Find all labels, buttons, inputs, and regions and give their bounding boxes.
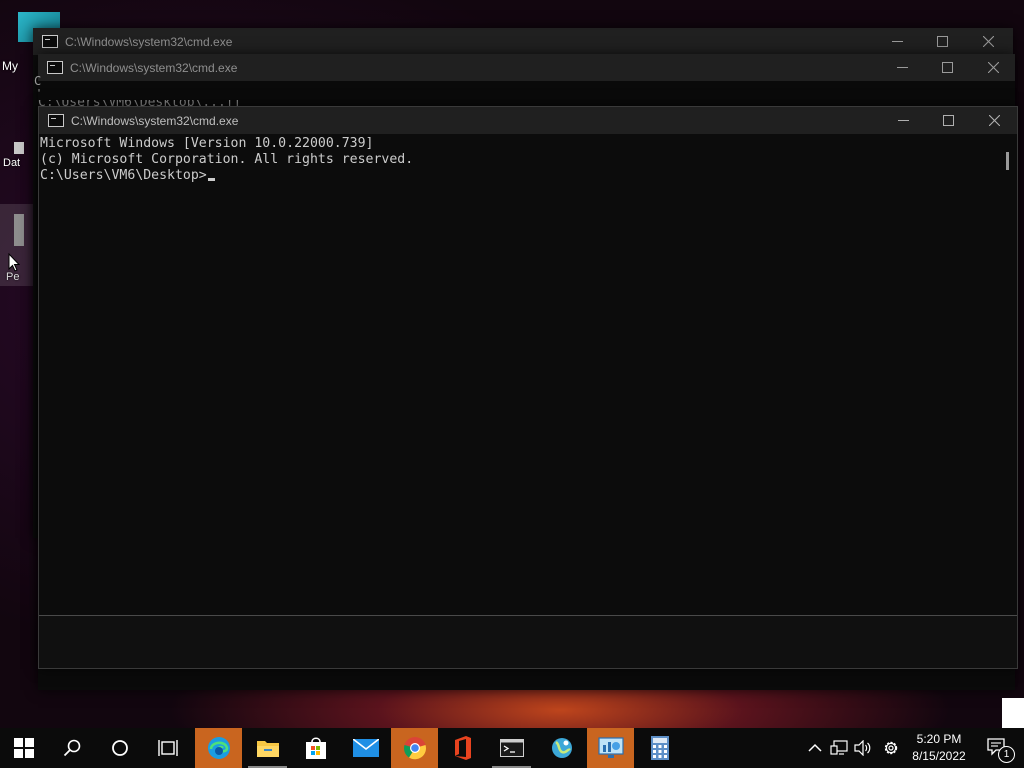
close-icon xyxy=(982,36,994,47)
console-lower-area xyxy=(39,616,1017,668)
search-button[interactable] xyxy=(48,728,95,768)
close-icon xyxy=(987,62,999,73)
desktop-label-dat[interactable]: Dat xyxy=(3,157,20,169)
minimize-icon xyxy=(896,67,908,68)
maximize-icon xyxy=(942,115,954,126)
console-prompt-line[interactable]: C:\Users\VM6\Desktop> xyxy=(40,168,1017,184)
text-cursor xyxy=(207,178,215,181)
search-icon xyxy=(63,739,80,757)
windows-logo-icon xyxy=(13,738,34,758)
desktop-file-icon[interactable] xyxy=(14,142,24,154)
edge-icon xyxy=(207,737,230,759)
network-button[interactable] xyxy=(827,728,851,768)
taskbar-maps[interactable] xyxy=(538,728,585,768)
monitor-chart-icon xyxy=(597,737,624,758)
minimize-button[interactable] xyxy=(879,54,925,81)
taskbar-control-panel[interactable] xyxy=(587,728,634,768)
window-title: C:\Windows\system32\cmd.exe xyxy=(65,34,233,49)
chevron-up-icon xyxy=(808,743,822,752)
maximize-icon xyxy=(941,62,953,73)
partial-fragment: C xyxy=(34,74,42,88)
console-prompt: C:\Users\VM6\Desktop> xyxy=(40,168,207,183)
volume-button[interactable] xyxy=(851,728,875,768)
desktop-label-my[interactable]: My xyxy=(2,59,18,73)
window-title: C:\Windows\system32\cmd.exe xyxy=(71,113,239,128)
taskbar-calculator[interactable] xyxy=(636,728,683,768)
cortana-button[interactable] xyxy=(96,728,143,768)
notification-center-button[interactable]: 1 xyxy=(978,728,1018,768)
task-view-icon xyxy=(157,740,178,756)
taskbar-store[interactable] xyxy=(292,728,339,768)
console-line: (c) Microsoft Corporation. All rights re… xyxy=(40,152,414,167)
mail-icon xyxy=(352,739,379,757)
gear-icon xyxy=(884,741,898,755)
maximize-button[interactable] xyxy=(924,54,970,81)
cmd-icon xyxy=(42,35,58,48)
console-line: Microsoft Windows [Version 10.0.22000.73… xyxy=(40,136,374,151)
folder-icon xyxy=(256,741,279,757)
document-icon xyxy=(14,214,24,246)
cmd-icon xyxy=(48,114,64,127)
show-desktop-peek[interactable] xyxy=(1002,698,1024,728)
title-bar[interactable]: C:\Windows\system32\cmd.exe xyxy=(39,107,1017,134)
office-icon xyxy=(454,736,471,760)
title-bar[interactable]: C:\Windows\system32\cmd.exe xyxy=(33,28,1013,55)
minimize-button[interactable] xyxy=(874,28,920,55)
console-output[interactable]: Microsoft Windows [Version 10.0.22000.73… xyxy=(40,136,1017,184)
maximize-icon xyxy=(936,36,948,47)
notification-badge: 1 xyxy=(998,746,1015,763)
clock: 5:20 PM 8/15/2022 xyxy=(912,731,965,765)
title-bar[interactable]: C:\Windows\system32\cmd.exe xyxy=(38,54,1015,81)
mouse-cursor-icon xyxy=(8,253,20,272)
calculator-icon xyxy=(650,736,669,760)
task-view-button[interactable] xyxy=(144,728,191,768)
settings-button[interactable] xyxy=(878,728,904,768)
taskbar: 5:20 PM 8/15/2022 1 xyxy=(0,728,1024,768)
taskbar-terminal[interactable] xyxy=(488,728,535,768)
scrollbar-thumb[interactable] xyxy=(1006,152,1009,170)
taskbar-edge[interactable] xyxy=(195,728,242,768)
minimize-button[interactable] xyxy=(880,107,926,134)
desktop-label-pe: Pe xyxy=(6,271,20,283)
partial-fragment: ' xyxy=(36,88,43,99)
start-button[interactable] xyxy=(0,728,47,768)
network-icon xyxy=(830,740,848,755)
close-button[interactable] xyxy=(970,54,1016,81)
circle-icon xyxy=(111,740,128,756)
terminal-icon xyxy=(499,739,524,757)
taskbar-chrome[interactable] xyxy=(391,728,438,768)
taskbar-office[interactable] xyxy=(439,728,486,768)
chrome-icon xyxy=(403,737,426,760)
close-button[interactable] xyxy=(965,28,1011,55)
clock-time: 5:20 PM xyxy=(916,732,962,746)
cmd-icon xyxy=(47,61,63,74)
globe-icon xyxy=(551,738,572,758)
minimize-icon xyxy=(897,120,909,121)
taskbar-file-explorer[interactable] xyxy=(244,728,291,768)
store-bag-icon xyxy=(305,737,326,759)
maximize-button[interactable] xyxy=(925,107,971,134)
taskbar-mail[interactable] xyxy=(342,728,389,768)
cmd-window-front[interactable]: C:\Windows\system32\cmd.exe Microsoft Wi… xyxy=(38,106,1018,669)
clock-date: 8/15/2022 xyxy=(912,749,966,763)
show-hidden-icons-button[interactable] xyxy=(803,728,827,768)
maximize-button[interactable] xyxy=(919,28,965,55)
close-button[interactable] xyxy=(971,107,1017,134)
minimize-icon xyxy=(891,41,903,42)
clock-button[interactable]: 5:20 PM 8/15/2022 xyxy=(906,728,972,768)
window-title: C:\Windows\system32\cmd.exe xyxy=(70,60,238,75)
volume-icon xyxy=(854,740,871,756)
close-icon xyxy=(988,115,1000,126)
